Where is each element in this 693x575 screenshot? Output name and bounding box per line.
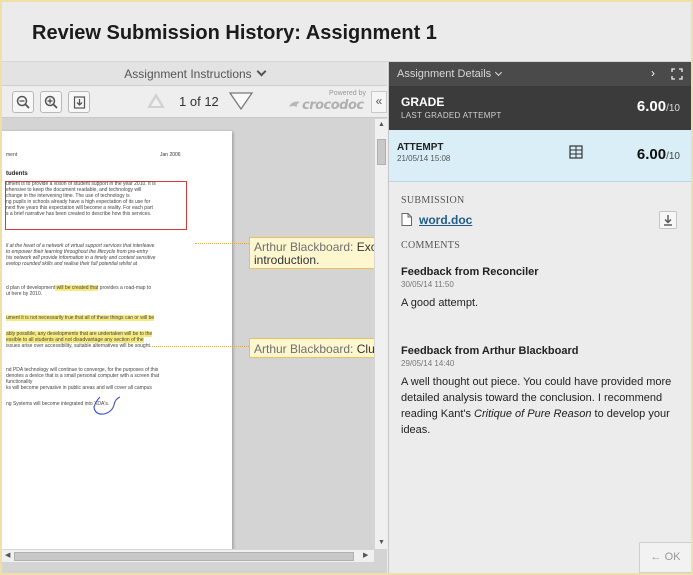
grade-summary: GRADE LAST GRADED ATTEMPT 6.00/10: [389, 86, 691, 130]
document-viewer: Assignment Instructions 1 of 12 Powered …: [2, 62, 387, 573]
zoom-out-icon: [16, 95, 30, 109]
scroll-down-icon[interactable]: ▼: [378, 539, 385, 546]
file-link[interactable]: word.doc: [419, 213, 472, 227]
grade-denominator: /10: [666, 103, 680, 114]
scroll-up-icon[interactable]: ▲: [378, 121, 385, 128]
current-page[interactable]: 1: [179, 94, 186, 109]
chevron-down-icon: [495, 68, 503, 77]
download-document-button[interactable]: [68, 91, 90, 113]
annotation-connector: [195, 243, 249, 244]
next-button[interactable]: ›: [651, 66, 655, 80]
feedback-text-title: Critique of Pure Reason: [474, 408, 592, 420]
crocodoc-icon: [289, 101, 300, 107]
doc-heading: tudents: [6, 171, 28, 177]
annotation-author: Arthur Blackboard:: [254, 342, 354, 356]
freehand-annotation[interactable]: [92, 395, 122, 417]
feedback-text: A well thought out piece. You could have…: [401, 374, 681, 438]
doc-line: evelop rounded skills and realise their …: [6, 261, 138, 267]
assignment-instructions-label: Assignment Instructions: [124, 67, 252, 81]
scroll-right-icon[interactable]: ▶: [363, 551, 368, 559]
scroll-thumb[interactable]: [14, 552, 354, 561]
collapse-panel-button[interactable]: «: [371, 91, 387, 113]
attempt-date: 21/05/14 15:08: [397, 154, 451, 163]
attempt-value: 6.00: [636, 146, 667, 163]
rubric-grid-icon[interactable]: [569, 145, 583, 159]
feedback-text: A good attempt.: [401, 297, 479, 309]
scroll-thumb[interactable]: [377, 139, 386, 165]
crocodoc-logo: Powered by crocodoc: [288, 90, 368, 113]
title-bar: Review Submission History: Assignment 1: [2, 2, 691, 62]
attempt-row[interactable]: ATTEMPT 21/05/14 15:08 6.00/10: [389, 130, 691, 182]
grade-label: GRADE: [401, 95, 445, 109]
doc-date: Jan 2006: [160, 152, 181, 158]
attempt-score: 6.00/10: [637, 146, 680, 163]
chevron-down-icon: [256, 66, 267, 77]
doc-line: s a brief narrative has been created to …: [6, 211, 152, 217]
zoom-in-button[interactable]: [40, 91, 62, 113]
feedback-date: 29/05/14 14:40: [401, 359, 455, 368]
submission-content: SUBMISSION word.doc COMMENTS Feedback fr…: [389, 183, 691, 573]
scroll-left-icon[interactable]: ◀: [5, 551, 10, 559]
doc-line: ment: [6, 152, 18, 158]
page-indicator: 1 of 12: [179, 94, 219, 109]
page-count: of 12: [189, 94, 219, 109]
horizontal-scrollbar[interactable]: ◀ ▶: [2, 549, 374, 562]
next-page-button[interactable]: [228, 90, 254, 112]
assignment-details-label: Assignment Details: [397, 68, 492, 80]
vertical-scrollbar[interactable]: ▲ ▼: [374, 119, 387, 549]
viewer-toolbar: 1 of 12 Powered by crocodoc «: [2, 86, 387, 118]
grade-score: 6.00/10: [637, 98, 680, 115]
feedback-title: Feedback from Arthur Blackboard: [401, 345, 579, 357]
zoom-in-icon: [44, 95, 58, 109]
previous-page-icon: [151, 98, 161, 106]
download-file-button[interactable]: [659, 211, 677, 229]
doc-line: ks will become pervasive in public areas…: [6, 385, 152, 391]
assignment-details-panel: Assignment Details › GRADE LAST GRADED A…: [388, 62, 691, 573]
annotation-comment-1[interactable]: Arthur Blackboard: Excellent introductio…: [249, 237, 374, 269]
annotation-connector: [152, 346, 249, 347]
assignment-details-toggle[interactable]: Assignment Details: [397, 68, 503, 80]
grade-sublabel: LAST GRADED ATTEMPT: [401, 111, 502, 120]
crocodoc-brand: crocodoc: [302, 98, 364, 113]
document-canvas[interactable]: ment Jan 2006 tudents ument is to provid…: [2, 119, 374, 549]
feedback-title: Feedback from Reconciler: [401, 266, 539, 278]
dialog-frame: Review Submission History: Assignment 1 …: [0, 0, 693, 575]
document-page: ment Jan 2006 tudents ument is to provid…: [2, 131, 232, 549]
grade-value: 6.00: [636, 98, 667, 115]
feedback-date: 30/05/14 11:50: [401, 280, 454, 289]
highlighted-text[interactable]: will be created that: [55, 285, 99, 291]
assignment-details-header: Assignment Details ›: [389, 62, 691, 86]
doc-text: provides a road-map to: [98, 285, 152, 291]
powered-by-label: Powered by: [329, 90, 366, 97]
doc-line: ument it is not necessarily true that al…: [6, 315, 155, 321]
expand-icon[interactable]: [671, 68, 683, 80]
highlighted-text[interactable]: ument it is not necessarily true that al…: [6, 315, 155, 321]
doc-line: issues arise over accessibility, suitabl…: [6, 343, 152, 349]
submission-heading: SUBMISSION: [401, 195, 465, 206]
attempt-denominator: /10: [666, 151, 680, 162]
comments-heading: COMMENTS: [401, 240, 461, 251]
page-title: Review Submission History: Assignment 1: [32, 22, 437, 44]
annotation-text: Clumsy: [356, 342, 374, 356]
doc-line: ut here by 2010.: [6, 291, 43, 297]
file-icon: [401, 213, 412, 226]
ok-button[interactable]: ← OK: [639, 542, 691, 573]
attempt-label: ATTEMPT: [397, 142, 444, 153]
download-icon: [664, 215, 672, 226]
zoom-out-button[interactable]: [12, 91, 34, 113]
annotation-author: Arthur Blackboard:: [254, 240, 354, 254]
download-icon: [73, 96, 86, 109]
annotation-comment-2[interactable]: Arthur Blackboard: Clumsy: [249, 338, 374, 358]
assignment-instructions-toggle[interactable]: Assignment Instructions: [2, 62, 387, 86]
